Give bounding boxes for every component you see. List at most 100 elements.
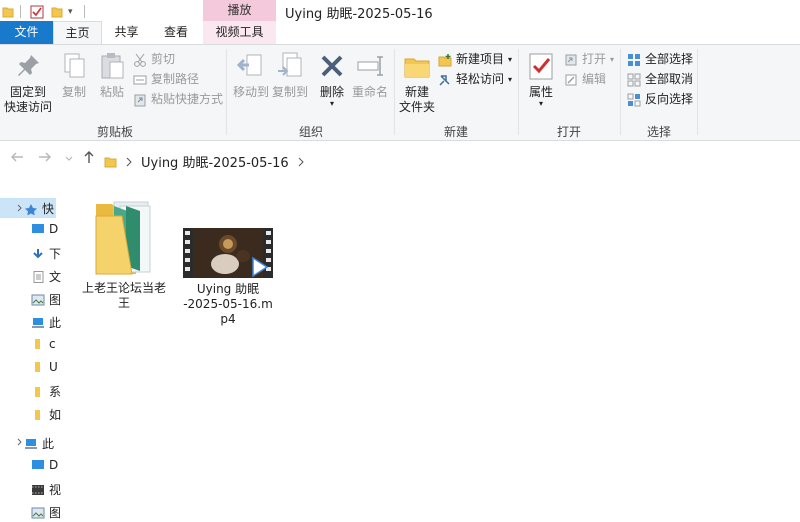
select-all-button[interactable]: 全部选择 — [627, 51, 693, 68]
copy-to-button[interactable]: 复制到 — [270, 51, 310, 100]
tab-file[interactable]: 文件 — [0, 21, 53, 44]
breadcrumb[interactable]: Uying 助眠-2025-05-16 — [104, 152, 305, 171]
delete-icon — [321, 55, 343, 77]
rename-label: 重命名 — [351, 85, 388, 99]
nav-item-documents[interactable]: 文 — [31, 268, 61, 285]
select-none-button[interactable]: 全部取消 — [627, 71, 693, 88]
nav-item-this-pc[interactable]: 此 — [31, 314, 61, 331]
folder-icon — [104, 157, 117, 167]
new-folder-button[interactable]: 新建 文件夹 — [398, 51, 436, 115]
video-thumbnail — [183, 228, 273, 278]
up-button[interactable] — [82, 150, 96, 168]
paste-shortcut-icon — [134, 94, 146, 106]
tab-home[interactable]: 主页 — [53, 21, 102, 45]
new-item-button[interactable]: 新建项目 ▾ — [438, 51, 512, 68]
copy-path-label: 复制路径 — [151, 72, 200, 86]
nav-item-quick-access[interactable]: 快 — [24, 200, 54, 217]
chevron-right-icon[interactable] — [16, 204, 24, 212]
ribbon: 固定到 快速访问 复制 粘贴 剪切 复制路径 粘贴快捷方式 剪贴板 移动到 复制… — [0, 44, 800, 141]
move-to-button[interactable]: 移动到 — [231, 51, 271, 100]
copy-to-label: 复制到 — [271, 85, 308, 99]
title-bar: ▾ 播放 Uying 助眠-2025-05-16 — [0, 0, 800, 23]
chevron-right-icon — [126, 157, 132, 166]
nav-item-pictures[interactable]: 图 — [31, 291, 61, 308]
nav-item-this-pc-2[interactable]: 此 — [24, 435, 54, 452]
cut-button[interactable]: 剪切 — [133, 51, 175, 68]
chevron-right-icon[interactable] — [16, 438, 24, 446]
invert-selection-button[interactable]: 反向选择 — [627, 91, 693, 108]
customize-quick-access-dropdown[interactable]: ▾ — [68, 3, 73, 20]
pc-icon — [25, 438, 37, 449]
checkmark-icon — [30, 5, 44, 18]
nav-item-pictures-2[interactable]: 图 — [31, 504, 61, 521]
recent-locations-button[interactable] — [64, 152, 74, 168]
scissors-icon — [134, 53, 146, 67]
copy-button[interactable]: 复制 — [56, 51, 92, 100]
move-to-label: 移动到 — [232, 85, 269, 99]
delete-label: 删除 — [319, 85, 344, 99]
open-button[interactable]: 打开 ▾ — [564, 51, 614, 68]
nav-item-desktop[interactable]: D — [31, 222, 58, 236]
folder-icon — [2, 7, 14, 18]
tab-video-tools[interactable]: 视频工具 — [203, 21, 276, 44]
navigation-pane: 快 D 下 文 图 此 c U 系 如 此 D 视 图 — [0, 190, 61, 522]
new-item-dropdown-arrow: ▾ — [508, 55, 513, 64]
delete-dropdown-arrow[interactable]: ▾ — [315, 100, 349, 108]
nav-item-videos[interactable]: 视 — [31, 481, 61, 498]
new-group-label: 新建 — [443, 125, 468, 139]
forward-button[interactable] — [38, 150, 52, 168]
select-none-label: 全部取消 — [645, 72, 694, 86]
open-dropdown-arrow: ▾ — [610, 55, 615, 64]
video-name-line3: p4 — [220, 312, 236, 326]
nav-item-folder-u[interactable]: U — [31, 360, 58, 374]
video-file-item[interactable]: Uying 助眠 -2025-05-16.m p4 — [176, 228, 280, 327]
video-name-line1: Uying 助眠 — [196, 282, 260, 296]
nav-item-desktop-2[interactable]: D — [31, 458, 58, 472]
tab-share[interactable]: 共享 — [103, 21, 150, 44]
select-all-icon — [628, 53, 640, 66]
properties-quick-button[interactable] — [30, 3, 44, 20]
folder-icon — [51, 7, 63, 18]
cut-label: 剪切 — [151, 52, 176, 66]
select-group-label: 选择 — [646, 125, 671, 139]
new-folder-quick-button[interactable] — [51, 3, 63, 20]
paste-shortcut-button[interactable]: 粘贴快捷方式 — [133, 91, 223, 108]
paste-button[interactable]: 粘贴 — [94, 51, 130, 100]
easy-access-button[interactable]: 轻松访问 ▾ — [438, 71, 512, 88]
copy-icon — [64, 53, 85, 78]
arrow-left-icon — [11, 152, 23, 162]
document-icon — [33, 270, 44, 283]
desktop-icon — [32, 224, 44, 233]
context-tab-play[interactable]: 播放 — [203, 0, 276, 21]
delete-button[interactable]: 删除 ▾ — [315, 51, 349, 108]
copy-to-icon — [278, 52, 302, 77]
nav-item-downloads[interactable]: 下 — [31, 245, 61, 262]
select-none-icon — [627, 73, 641, 86]
copy-path-button[interactable]: 复制路径 — [133, 71, 199, 88]
copy-path-icon — [133, 75, 147, 84]
folder-item[interactable]: 上老王论坛当老 王 — [74, 194, 174, 311]
properties-icon — [529, 53, 553, 80]
tab-view[interactable]: 查看 — [151, 21, 201, 44]
chevron-down-icon — [65, 156, 73, 161]
invert-selection-icon — [627, 93, 641, 106]
folder-icon — [95, 201, 151, 275]
pc-icon — [32, 317, 44, 328]
arrow-up-icon — [84, 151, 94, 163]
chevron-right-icon[interactable] — [297, 157, 305, 167]
properties-button[interactable]: 属性 ▾ — [523, 51, 559, 108]
organize-group-label: 组织 — [298, 125, 323, 139]
rename-button[interactable]: 重命名 — [350, 51, 390, 100]
pin-to-quick-access-button[interactable]: 固定到 快速访问 — [4, 51, 52, 115]
new-item-icon — [438, 53, 452, 66]
back-button[interactable] — [10, 150, 24, 168]
properties-dropdown-arrow[interactable]: ▾ — [523, 100, 559, 108]
nav-item-folder-4[interactable]: 如 — [31, 406, 61, 423]
nav-item-folder-3[interactable]: 系 — [31, 383, 61, 400]
breadcrumb-current-folder[interactable]: Uying 助眠-2025-05-16 — [141, 152, 289, 171]
arrow-right-icon — [39, 152, 51, 162]
window-title: Uying 助眠-2025-05-16 — [285, 7, 433, 22]
edit-button[interactable]: 编辑 — [564, 71, 606, 88]
quick-access-toolbar — [2, 3, 14, 20]
nav-item-folder-c[interactable]: c — [31, 337, 56, 351]
